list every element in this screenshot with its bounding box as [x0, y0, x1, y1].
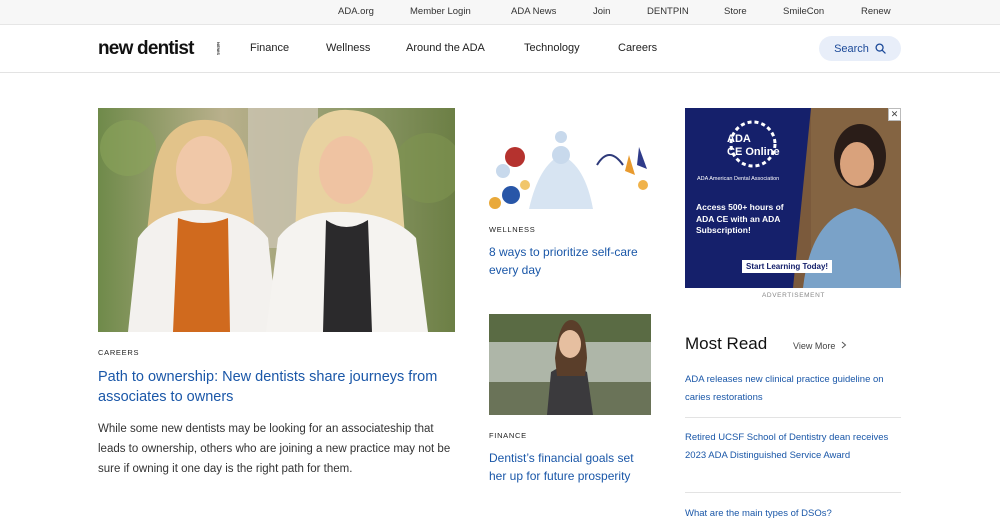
magnifier-icon [875, 43, 886, 54]
most-read-item-2[interactable]: Retired UCSF School of Dentistry dean re… [685, 429, 900, 464]
ad-brand-line1: ADA [727, 133, 751, 145]
wellness-kicker[interactable]: WELLNESS [489, 225, 535, 234]
util-link-member-login[interactable]: Member Login [410, 6, 471, 17]
chevron-right-icon [841, 341, 847, 349]
search-button[interactable]: Search [819, 36, 901, 61]
util-link-dentpin[interactable]: DENTPIN [647, 6, 689, 17]
ad-body: Access 500+ hours of ADA CE with an ADA … [696, 202, 784, 235]
util-link-join[interactable]: Join [593, 6, 610, 17]
most-read-divider [685, 417, 901, 418]
nav-around-the-ada[interactable]: Around the ADA [406, 42, 485, 54]
main-nav: new dentist NEWS Finance Wellness Around… [0, 25, 1000, 73]
most-read-title: Most Read [685, 334, 768, 353]
nav-wellness[interactable]: Wellness [326, 42, 370, 54]
ad-label: ADVERTISEMENT [762, 292, 825, 299]
most-read-item-1[interactable]: ADA releases new clinical practice guide… [685, 371, 900, 406]
finance-story-image[interactable] [489, 314, 651, 415]
wellness-headline[interactable]: 8 ways to prioritize self-care every day [489, 244, 649, 279]
feature-headline[interactable]: Path to ownership: New dentists share jo… [98, 367, 448, 407]
most-read-view-more[interactable]: View More [793, 341, 847, 351]
feature-excerpt: While some new dentists may be looking f… [98, 423, 451, 475]
view-more-label: View More [793, 341, 836, 351]
nav-careers[interactable]: Careers [618, 42, 657, 54]
ad-close-icon[interactable]: ✕ [888, 108, 901, 121]
util-link-ada-org[interactable]: ADA.org [338, 6, 374, 17]
nav-finance[interactable]: Finance [250, 42, 289, 54]
util-link-ada-news[interactable]: ADA News [511, 6, 556, 17]
finance-headline[interactable]: Dentist’s financial goals set her up for… [489, 450, 649, 485]
most-read-item-3[interactable]: What are the main types of DSOs? [685, 505, 900, 523]
search-label: Search [834, 42, 869, 55]
util-link-store[interactable]: Store [724, 6, 747, 17]
site-logo[interactable]: new dentist [98, 38, 195, 60]
ad-brand-line2: CE Online [727, 146, 780, 158]
feature-kicker[interactable]: CAREERS [98, 348, 139, 357]
most-read-divider [685, 492, 901, 493]
finance-kicker[interactable]: FINANCE [489, 431, 527, 440]
wellness-story-image[interactable] [489, 125, 651, 209]
logo-subtitle: NEWS [216, 42, 221, 56]
util-link-renew[interactable]: Renew [861, 6, 891, 17]
ad-cta-button[interactable]: Start Learning Today! [742, 260, 833, 273]
feature-image[interactable] [98, 108, 455, 332]
utility-bar: ADA.org Member Login ADA News Join DENTP… [0, 0, 1000, 25]
ad-association: ADA American Dental Association [697, 176, 780, 182]
util-link-smilecon[interactable]: SmileCon [783, 6, 824, 17]
nav-technology[interactable]: Technology [524, 42, 580, 54]
ada-ce-ad[interactable]: ADA CE Online ADA American Dental Associ… [685, 108, 901, 288]
